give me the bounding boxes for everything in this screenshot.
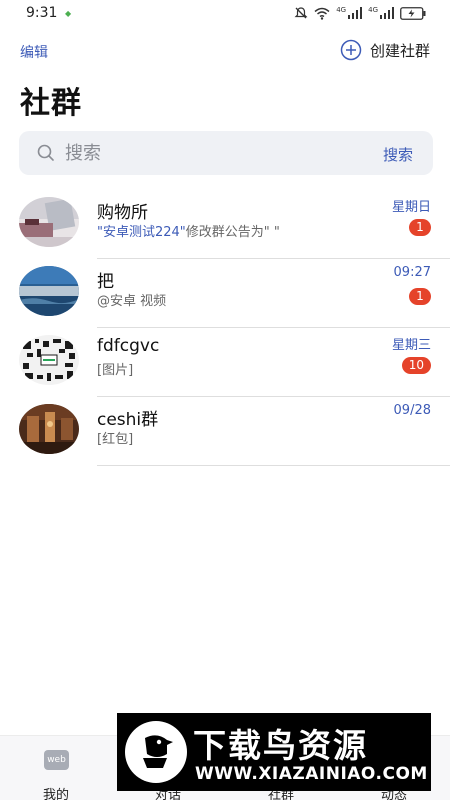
community-name: 把 — [97, 272, 114, 292]
unread-badge: 1 — [409, 288, 431, 305]
watermark-url: WWW.XIAZAINIAO.COM — [195, 764, 428, 784]
status-bar: 9:31 ◆ 4G 4G — [0, 0, 450, 28]
last-message-time: 星期三 — [391, 338, 431, 353]
last-message-preview: [红包] — [97, 428, 133, 447]
network-type-label-2: 4G — [368, 6, 378, 14]
tab-mine[interactable]: web 我的 — [0, 736, 112, 800]
community-name: ceshi群 — [97, 410, 159, 430]
tab-label: 我的 — [42, 788, 69, 800]
watermark-banner: 下载鸟资源 WWW.XIAZAINIAO.COM — [117, 713, 431, 791]
search-icon — [37, 144, 54, 161]
community-item[interactable]: 购物所 "安卓测试224"修改群公告为" " 星期日 1 — [0, 190, 450, 259]
search-button[interactable]: 搜索 — [383, 144, 413, 165]
last-message-preview: [图片] — [97, 359, 133, 378]
community-item[interactable]: ceshi群 [红包] 09/28 — [0, 397, 450, 466]
unread-badge: 10 — [401, 357, 431, 374]
last-message-time: 星期日 — [391, 200, 431, 215]
web-icon: web — [44, 750, 69, 770]
preview-text: 修改群公告为" " — [185, 225, 280, 240]
community-name: fdfcgvc — [97, 336, 160, 356]
preview-highlight: "安卓测试224" — [97, 225, 186, 240]
edit-button[interactable]: 编辑 — [20, 42, 48, 62]
preview-text: [图片] — [97, 363, 134, 378]
avatar — [19, 197, 79, 247]
status-icons: 4G 4G — [294, 6, 426, 20]
preview-text: [红包] — [97, 432, 134, 447]
mute-icon — [294, 7, 308, 19]
wifi-icon — [314, 7, 330, 20]
community-item[interactable]: 把 @安卓 视频 09:27 1 — [0, 259, 450, 328]
battery-icon — [400, 6, 426, 20]
avatar — [19, 266, 79, 316]
bird-logo-icon — [143, 735, 173, 768]
last-message-time: 09/28 — [393, 403, 431, 418]
divider — [97, 465, 450, 466]
avatar — [19, 335, 79, 385]
preview-text: @安卓 视频 — [97, 294, 167, 309]
last-message-preview: "安卓测试224"修改群公告为" " — [97, 221, 280, 240]
community-name: 购物所 — [97, 203, 148, 223]
last-message-time: 09:27 — [393, 265, 431, 280]
plus-circle-icon — [340, 39, 362, 61]
search-input[interactable] — [65, 141, 355, 165]
search-bar: 搜索 — [19, 131, 433, 175]
page-title: 社群 — [20, 86, 82, 121]
community-list: 购物所 "安卓测试224"修改群公告为" " 星期日 1 把 @安卓 视频 09… — [0, 190, 450, 466]
header: 编辑 创建社群 — [0, 36, 450, 66]
watermark-logo — [125, 721, 187, 783]
signal-icon — [348, 7, 363, 19]
notification-icon: ◆ — [65, 9, 72, 18]
create-community-button[interactable]: 创建社群 — [340, 39, 430, 61]
network-type-label: 4G — [336, 6, 347, 14]
watermark-title: 下载鸟资源 — [193, 726, 368, 765]
last-message-preview: @安卓 视频 — [97, 290, 166, 309]
unread-badge: 1 — [409, 219, 431, 236]
community-item[interactable]: fdfcgvc [图片] 星期三 10 — [0, 328, 450, 397]
signal-icon-2 — [380, 7, 394, 19]
status-time: 9:31 — [26, 5, 58, 21]
create-community-label: 创建社群 — [369, 41, 430, 60]
avatar — [19, 404, 79, 454]
